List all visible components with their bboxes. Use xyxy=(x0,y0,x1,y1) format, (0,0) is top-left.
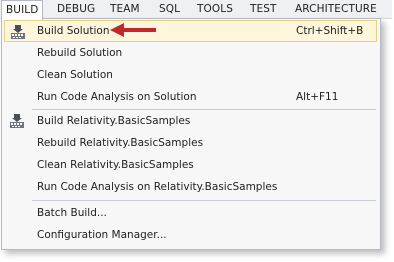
menu-item-run-code-analysis-solution[interactable]: Run Code Analysis on Solution Alt+F11 xyxy=(4,86,377,108)
menu-item-label: Run Code Analysis on Solution xyxy=(37,91,197,103)
menu-item-configuration-manager[interactable]: Configuration Manager... xyxy=(4,224,377,246)
menu-item-build-solution[interactable]: Build Solution Ctrl+Shift+B xyxy=(4,20,377,42)
red-arrow-icon xyxy=(110,23,156,37)
menu-separator xyxy=(32,200,376,201)
menu-item-rebuild-project[interactable]: Rebuild Relativity.BasicSamples xyxy=(4,132,377,154)
menu-item-label: Clean Relativity.BasicSamples xyxy=(37,159,194,171)
menu-item-batch-build[interactable]: Batch Build... xyxy=(4,202,377,224)
menu-item-rebuild-solution[interactable]: Rebuild Solution xyxy=(4,42,377,64)
menu-item-label: Build Solution xyxy=(37,25,110,37)
menu-build[interactable]: BUILD xyxy=(1,0,44,20)
menu-sql[interactable]: SQL xyxy=(159,0,180,18)
menu-item-clean-solution[interactable]: Clean Solution xyxy=(4,64,377,86)
build-dropdown-menu: Build Solution Ctrl+Shift+B Rebuild Solu… xyxy=(1,18,381,250)
menu-item-label: Build Relativity.BasicSamples xyxy=(37,115,191,127)
menu-item-label: Rebuild Relativity.BasicSamples xyxy=(37,137,204,149)
menu-item-shortcut: Ctrl+Shift+B xyxy=(296,25,364,37)
menu-item-label: Configuration Manager... xyxy=(37,229,167,241)
build-icon xyxy=(9,113,25,129)
menu-item-run-code-analysis-project[interactable]: Run Code Analysis on Relativity.BasicSam… xyxy=(4,176,377,198)
menu-team[interactable]: TEAM xyxy=(110,0,140,18)
menu-test[interactable]: TEST xyxy=(250,0,277,18)
menu-architecture[interactable]: ARCHITECTURE xyxy=(295,0,377,18)
menu-bar: BUILD DEBUG TEAM SQL TOOLS TEST ARCHITEC… xyxy=(0,0,392,20)
menu-item-label: Rebuild Solution xyxy=(37,47,123,59)
menu-item-clean-project[interactable]: Clean Relativity.BasicSamples xyxy=(4,154,377,176)
menu-item-label: Batch Build... xyxy=(37,207,107,219)
menu-debug[interactable]: DEBUG xyxy=(57,0,95,18)
menu-item-shortcut: Alt+F11 xyxy=(296,91,339,103)
menu-item-label: Run Code Analysis on Relativity.BasicSam… xyxy=(37,181,278,193)
build-icon xyxy=(10,24,26,40)
menu-item-label: Clean Solution xyxy=(37,69,113,81)
menu-tools[interactable]: TOOLS xyxy=(197,0,233,18)
menu-item-build-project[interactable]: Build Relativity.BasicSamples xyxy=(4,110,377,132)
